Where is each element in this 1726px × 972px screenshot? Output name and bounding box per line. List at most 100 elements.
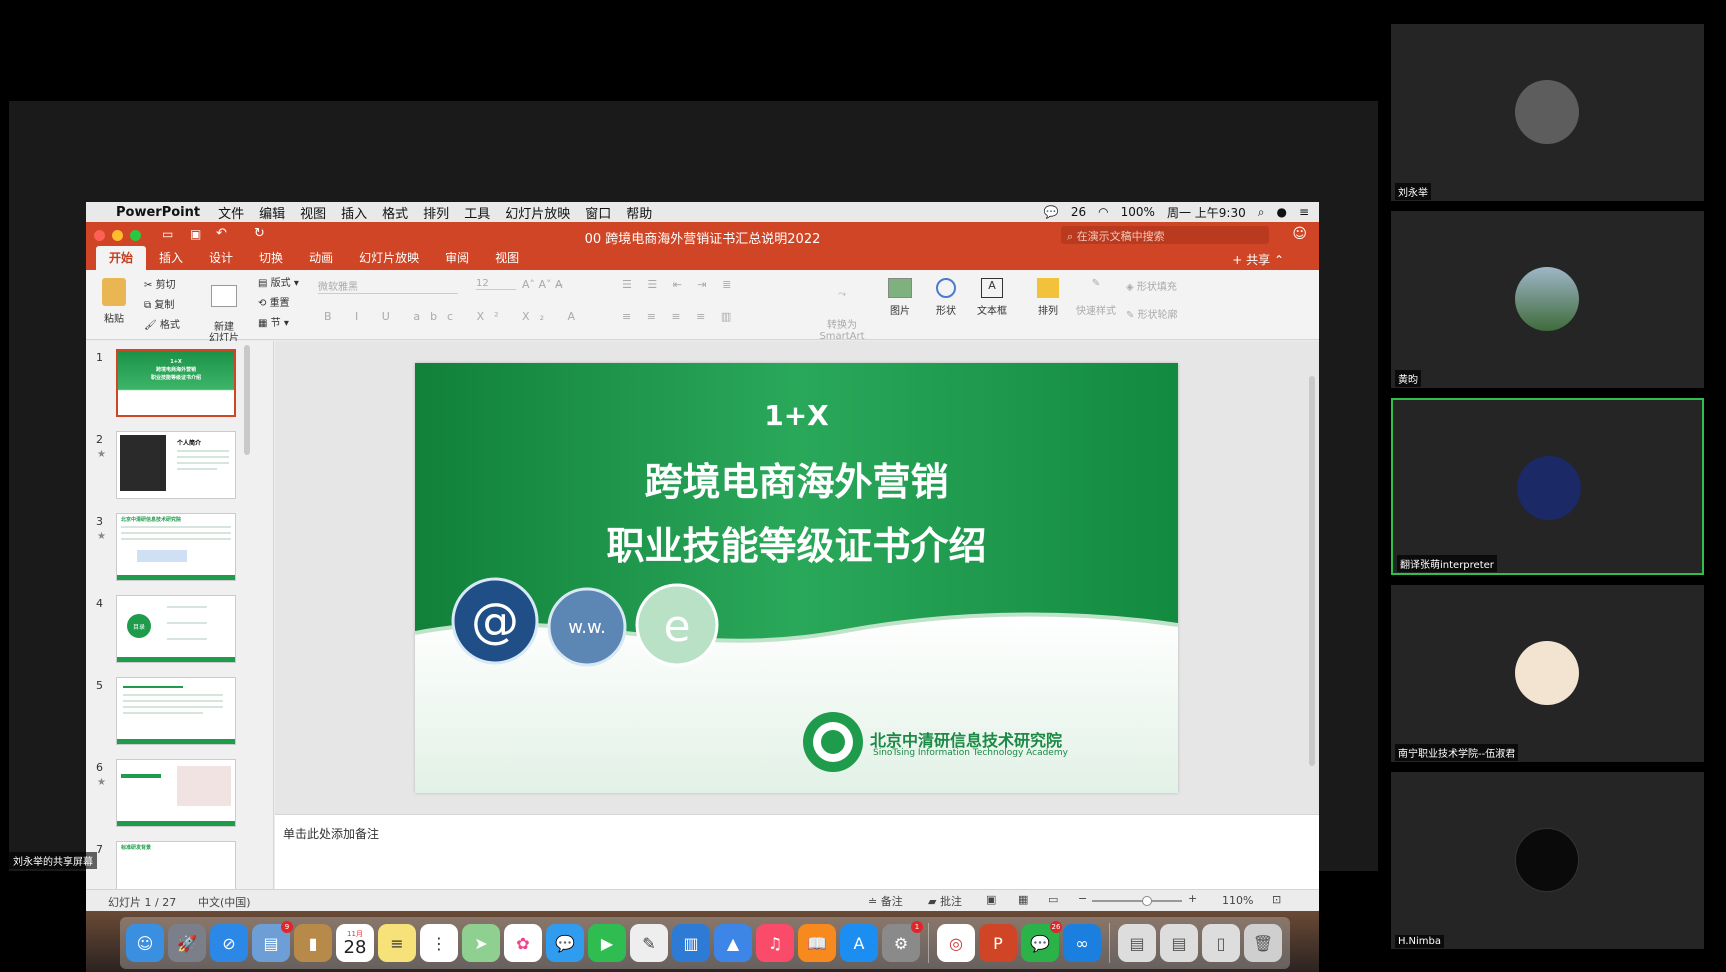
calendar-icon[interactable]: 11月 28	[336, 924, 374, 962]
tab-transitions[interactable]: 切换	[246, 246, 296, 270]
convert-smartart-button[interactable]: ⤳ 转换为 SmartArt	[812, 278, 872, 342]
textbox-button[interactable]: A 文本框	[972, 278, 1012, 317]
menu-tools[interactable]: 工具	[464, 203, 490, 222]
reminders-icon[interactable]: ⋮	[420, 924, 458, 962]
notebook-icon[interactable]: ▮	[294, 924, 332, 962]
finder-icon[interactable]: ☺	[126, 924, 164, 962]
spotlight-search-icon[interactable]: ⌕	[1258, 205, 1265, 220]
layout-button[interactable]: ▤ 版式 ▾	[258, 274, 299, 289]
font-size-grow-shrink-icons[interactable]: A˄ A˅ A̶	[522, 278, 563, 291]
paste-button[interactable]: 粘贴	[94, 278, 134, 325]
format-painter-button[interactable]: 🖌 格式	[144, 316, 180, 331]
comments-toggle-button[interactable]: ▰ 批注	[928, 893, 962, 909]
arrange-button[interactable]: 排列	[1030, 278, 1066, 317]
menu-file[interactable]: 文件	[218, 203, 244, 222]
wechat-icon[interactable]: 💬 26	[1021, 921, 1062, 962]
maps-icon[interactable]: ➤	[462, 924, 500, 962]
alignment-buttons[interactable]: ≡ ≡ ≡ ≡ ▥	[622, 310, 737, 323]
slide-thumbnail-3[interactable]: 北京中清研信息技术研究院	[116, 513, 236, 581]
zoom-in-icon[interactable]: +	[1188, 892, 1197, 905]
slide-thumbnail-7[interactable]: 标准研发背景	[116, 841, 236, 889]
menu-insert[interactable]: 插入	[341, 203, 367, 222]
menu-view[interactable]: 视图	[300, 203, 326, 222]
trash-icon[interactable]: 🗑	[1244, 924, 1282, 962]
tab-review[interactable]: 审阅	[432, 246, 482, 270]
voov-meeting-icon[interactable]: ∞	[1063, 924, 1101, 962]
shape-button[interactable]: 形状	[928, 278, 964, 317]
books-icon[interactable]: 📖	[798, 924, 836, 962]
preview-icon[interactable]: ▤ 9	[252, 921, 293, 962]
thumbnail-scrollbar[interactable]	[244, 345, 250, 455]
slide-sorter-icon[interactable]: ▦	[1018, 893, 1028, 906]
participant-tile-5[interactable]: H.Nimba	[1391, 772, 1704, 949]
launchpad-icon[interactable]: 🚀	[168, 924, 206, 962]
documents-stack-icon[interactable]: ▤	[1160, 924, 1198, 962]
tab-design[interactable]: 设计	[196, 246, 246, 270]
zoom-slider[interactable]	[1092, 896, 1182, 906]
zoom-slider-handle[interactable]	[1142, 896, 1152, 906]
music-icon[interactable]: ♫	[756, 924, 794, 962]
cut-button[interactable]: ✂ 剪切	[144, 276, 176, 291]
slide-thumbnail-4[interactable]: 目录	[116, 595, 236, 663]
downloads-stack-icon[interactable]: ▤	[1118, 924, 1156, 962]
menu-arrange[interactable]: 排列	[423, 203, 449, 222]
app-store-icon[interactable]: A	[840, 924, 878, 962]
notes-pane[interactable]: 单击此处添加备注	[275, 814, 1319, 889]
font-size-select[interactable]: 12	[476, 278, 516, 290]
share-button[interactable]: + 共享 ⌃	[1232, 251, 1284, 268]
slide-thumbnail-1[interactable]: 1+X 跨境电商海外营销 职业技能等级证书介绍	[116, 349, 236, 417]
copy-button[interactable]: ⧉ 复制	[144, 296, 174, 311]
reading-view-icon[interactable]: ▭	[1048, 893, 1058, 906]
slide-thumbnail-6[interactable]	[116, 759, 236, 827]
participant-tile-4[interactable]: 南宁职业技术学院--伍淑君	[1391, 585, 1704, 762]
wechat-status-icon[interactable]: 💬	[1044, 205, 1059, 219]
file-stack-icon[interactable]: ▯	[1202, 924, 1240, 962]
tab-slideshow[interactable]: 幻灯片放映	[346, 246, 432, 270]
textedit-icon[interactable]: ✎	[630, 924, 668, 962]
picture-button[interactable]: 图片	[882, 278, 918, 317]
reset-button[interactable]: ⟲ 重置	[258, 294, 290, 309]
tab-animations[interactable]: 动画	[296, 246, 346, 270]
clock[interactable]: 周一 上午9:30	[1167, 204, 1246, 221]
tab-insert[interactable]: 插入	[146, 246, 196, 270]
feedback-smiley-icon[interactable]: ☺	[1292, 226, 1307, 242]
notes-toggle-button[interactable]: ≐ 备注	[868, 893, 903, 909]
participant-tile-1[interactable]: 刘永举	[1391, 24, 1704, 201]
photos-icon[interactable]: ✿	[504, 924, 542, 962]
shape-outline-button[interactable]: ✎ 形状轮廓	[1126, 306, 1178, 321]
slide-thumbnail-5[interactable]	[116, 677, 236, 745]
system-preferences-icon[interactable]: ⚙ 1	[882, 921, 923, 962]
participant-tile-2[interactable]: 黄昀	[1391, 211, 1704, 388]
facetime-icon[interactable]: ▶	[588, 924, 626, 962]
fit-to-window-icon[interactable]: ⊡	[1272, 893, 1281, 906]
tab-view[interactable]: 视图	[482, 246, 532, 270]
messages-icon[interactable]: 💬	[546, 924, 584, 962]
netease-icon[interactable]: ◎	[937, 924, 975, 962]
document-search-input[interactable]: ⌕ 在演示文稿中搜索	[1061, 226, 1269, 244]
slide-thumbnail-2[interactable]: 个人简介	[116, 431, 236, 499]
section-button[interactable]: ▦ 节 ▾	[258, 314, 289, 329]
participant-tile-3[interactable]: 翻译张萌interpreter	[1391, 398, 1704, 575]
app-menu-name[interactable]: PowerPoint	[116, 205, 200, 220]
shape-fill-button[interactable]: ◈ 形状填充	[1126, 278, 1177, 293]
tab-home[interactable]: 开始	[96, 246, 147, 270]
new-slide-button[interactable]: 新建 幻灯片	[204, 274, 244, 344]
menu-format[interactable]: 格式	[382, 203, 408, 222]
notes-app-icon[interactable]: ≡	[378, 924, 416, 962]
menu-edit[interactable]: 编辑	[259, 203, 285, 222]
menu-slideshow[interactable]: 幻灯片放映	[505, 203, 570, 222]
powerpoint-icon[interactable]: P	[979, 924, 1017, 962]
language-indicator[interactable]: 中文(中国)	[198, 894, 251, 910]
notification-center-icon[interactable]: ≡	[1299, 205, 1309, 219]
numbers-icon[interactable]: ▥	[672, 924, 710, 962]
keynote-icon[interactable]: ▲	[714, 924, 752, 962]
list-buttons[interactable]: ☰ ☰ ⇤ ⇥ ≣	[622, 278, 737, 291]
wifi-icon[interactable]: ◠	[1098, 205, 1108, 219]
battery-level[interactable]: 100%	[1121, 205, 1155, 219]
font-style-buttons[interactable]: B I U abc X² X₂ A	[324, 310, 585, 323]
editor-scrollbar[interactable]	[1309, 376, 1315, 766]
menu-help[interactable]: 帮助	[626, 203, 652, 222]
normal-view-icon[interactable]: ▣	[986, 893, 996, 906]
font-name-select[interactable]: 微软雅黑	[318, 278, 458, 294]
siri-icon[interactable]: ●	[1276, 205, 1286, 219]
